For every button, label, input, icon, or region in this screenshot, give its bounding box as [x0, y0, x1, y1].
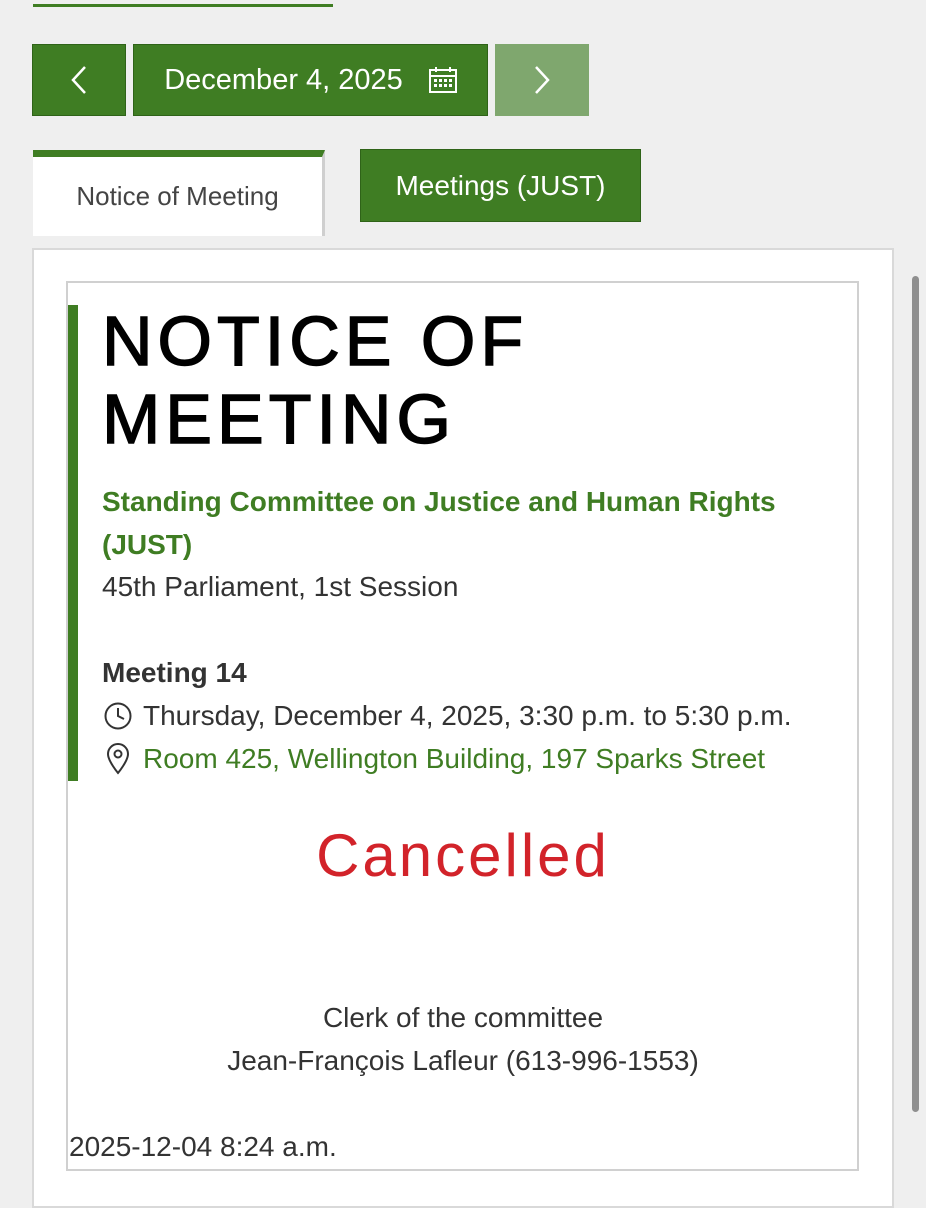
tab-notice-of-meeting[interactable]: Notice of Meeting — [33, 150, 325, 236]
meeting-datetime: Thursday, December 4, 2025, 3:30 p.m. to… — [143, 700, 792, 731]
clock-icon — [102, 700, 134, 732]
meeting-datetime-row: Thursday, December 4, 2025, 3:30 p.m. to… — [102, 694, 791, 737]
title-line-2: MEETING — [101, 379, 456, 459]
session-info: 45th Parliament, 1st Session — [102, 571, 459, 602]
calendar-icon — [428, 67, 457, 93]
chevron-right-icon — [532, 64, 552, 96]
tab-meetings-just[interactable]: Meetings (JUST) — [360, 149, 641, 222]
map-pin-icon — [102, 742, 134, 775]
published-timestamp: 2025-12-04 8:24 a.m. — [69, 1131, 337, 1162]
meeting-location-link[interactable]: Room 425, Wellington Building, 197 Spark… — [143, 737, 765, 780]
next-date-button[interactable] — [495, 44, 589, 116]
clerk-contact: Jean-François Lafleur (613-996-1553) — [227, 1045, 699, 1076]
committee-name: Standing Committee on Justice and Human … — [102, 486, 776, 560]
page-title: NOTICE OF MEETING — [101, 301, 529, 459]
date-picker-button[interactable]: December 4, 2025 — [133, 44, 488, 116]
clerk-label: Clerk of the committee — [322, 1002, 604, 1033]
status-cancelled: Cancelled — [316, 822, 610, 889]
chevron-left-icon — [69, 64, 89, 96]
meeting-number: Meeting 14 — [102, 657, 247, 688]
title-line-1: NOTICE OF — [101, 301, 529, 381]
meeting-location-row[interactable]: Room 425, Wellington Building, 197 Spark… — [102, 737, 765, 780]
date-label: December 4, 2025 — [164, 63, 403, 96]
scrollbar[interactable] — [912, 276, 919, 1112]
top-link[interactable] — [33, 0, 333, 7]
previous-date-button[interactable] — [32, 44, 126, 116]
